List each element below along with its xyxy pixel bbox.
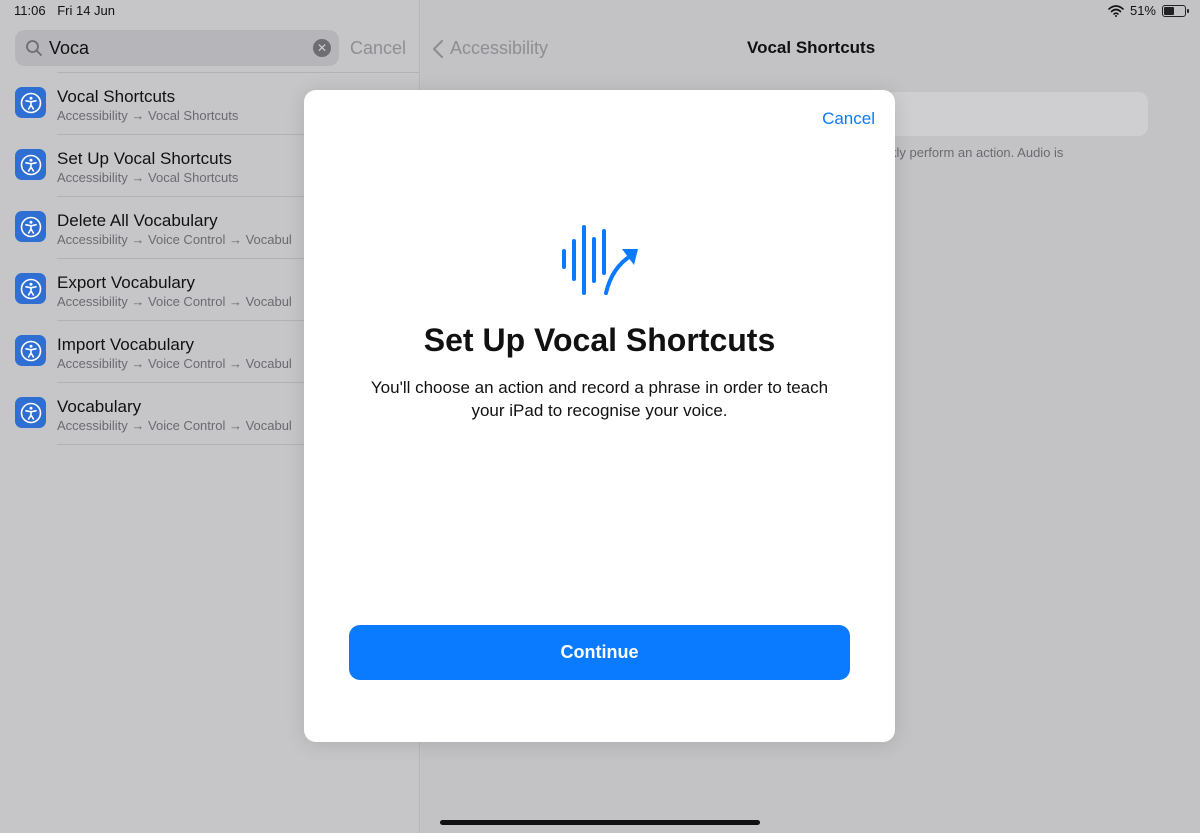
detail-setting-row xyxy=(870,92,1148,136)
result-title: Import Vocabulary xyxy=(57,335,195,354)
wifi-icon xyxy=(1108,4,1124,17)
battery-percent: 51% xyxy=(1129,3,1156,18)
detail-footnote: kly perform an action. Audio is xyxy=(890,145,1064,160)
setup-modal: Cancel Set Up Vocal Shortcuts You'll cho… xyxy=(304,90,895,742)
status-date: Fri 14 Jun xyxy=(57,3,116,18)
accessibility-icon xyxy=(15,87,46,118)
result-title: Vocabulary xyxy=(57,397,142,416)
accessibility-icon xyxy=(15,397,46,428)
result-title: Set Up Vocal Shortcuts xyxy=(57,149,232,168)
modal-title: Set Up Vocal Shortcuts xyxy=(423,322,776,358)
search-field[interactable]: ✕ xyxy=(15,30,339,66)
search-cancel-button[interactable]: Cancel xyxy=(350,38,406,59)
accessibility-icon xyxy=(15,211,46,242)
status-bar-left: 11:06 Fri 14 Jun xyxy=(14,3,123,18)
result-path: Accessibility → Vocal Shortcuts xyxy=(57,108,239,123)
continue-button[interactable]: Continue xyxy=(349,625,850,680)
clear-search-icon[interactable]: ✕ xyxy=(313,39,331,57)
result-title: Vocal Shortcuts xyxy=(57,87,176,106)
result-path: Accessibility → Voice Control → Vocabul xyxy=(57,232,292,247)
accessibility-icon xyxy=(15,335,46,366)
status-bar-right: 51% xyxy=(1108,3,1189,18)
chevron-left-icon xyxy=(432,39,444,58)
result-path: Accessibility → Vocal Shortcuts xyxy=(57,170,239,185)
modal-cancel-button[interactable]: Cancel xyxy=(822,109,875,129)
modal-description: You'll choose an action and record a phr… xyxy=(370,378,829,420)
battery-icon xyxy=(1162,4,1189,17)
back-label: Accessibility xyxy=(450,38,549,58)
result-path: Accessibility → Voice Control → Vocabul xyxy=(57,294,292,309)
waveform-arrow-icon xyxy=(562,225,638,295)
search-icon xyxy=(26,40,42,56)
search-input[interactable] xyxy=(49,37,299,59)
accessibility-icon xyxy=(15,273,46,304)
status-time: 11:06 xyxy=(14,3,46,18)
accessibility-icon xyxy=(15,149,46,180)
back-button[interactable]: Accessibility xyxy=(432,38,548,59)
result-title: Delete All Vocabulary xyxy=(57,211,218,230)
nav-title: Vocal Shortcuts xyxy=(747,38,876,57)
result-title: Export Vocabulary xyxy=(57,273,195,292)
home-indicator[interactable] xyxy=(440,820,760,825)
result-path: Accessibility → Voice Control → Vocabul xyxy=(57,356,292,371)
result-path: Accessibility → Voice Control → Vocabul xyxy=(57,418,292,433)
